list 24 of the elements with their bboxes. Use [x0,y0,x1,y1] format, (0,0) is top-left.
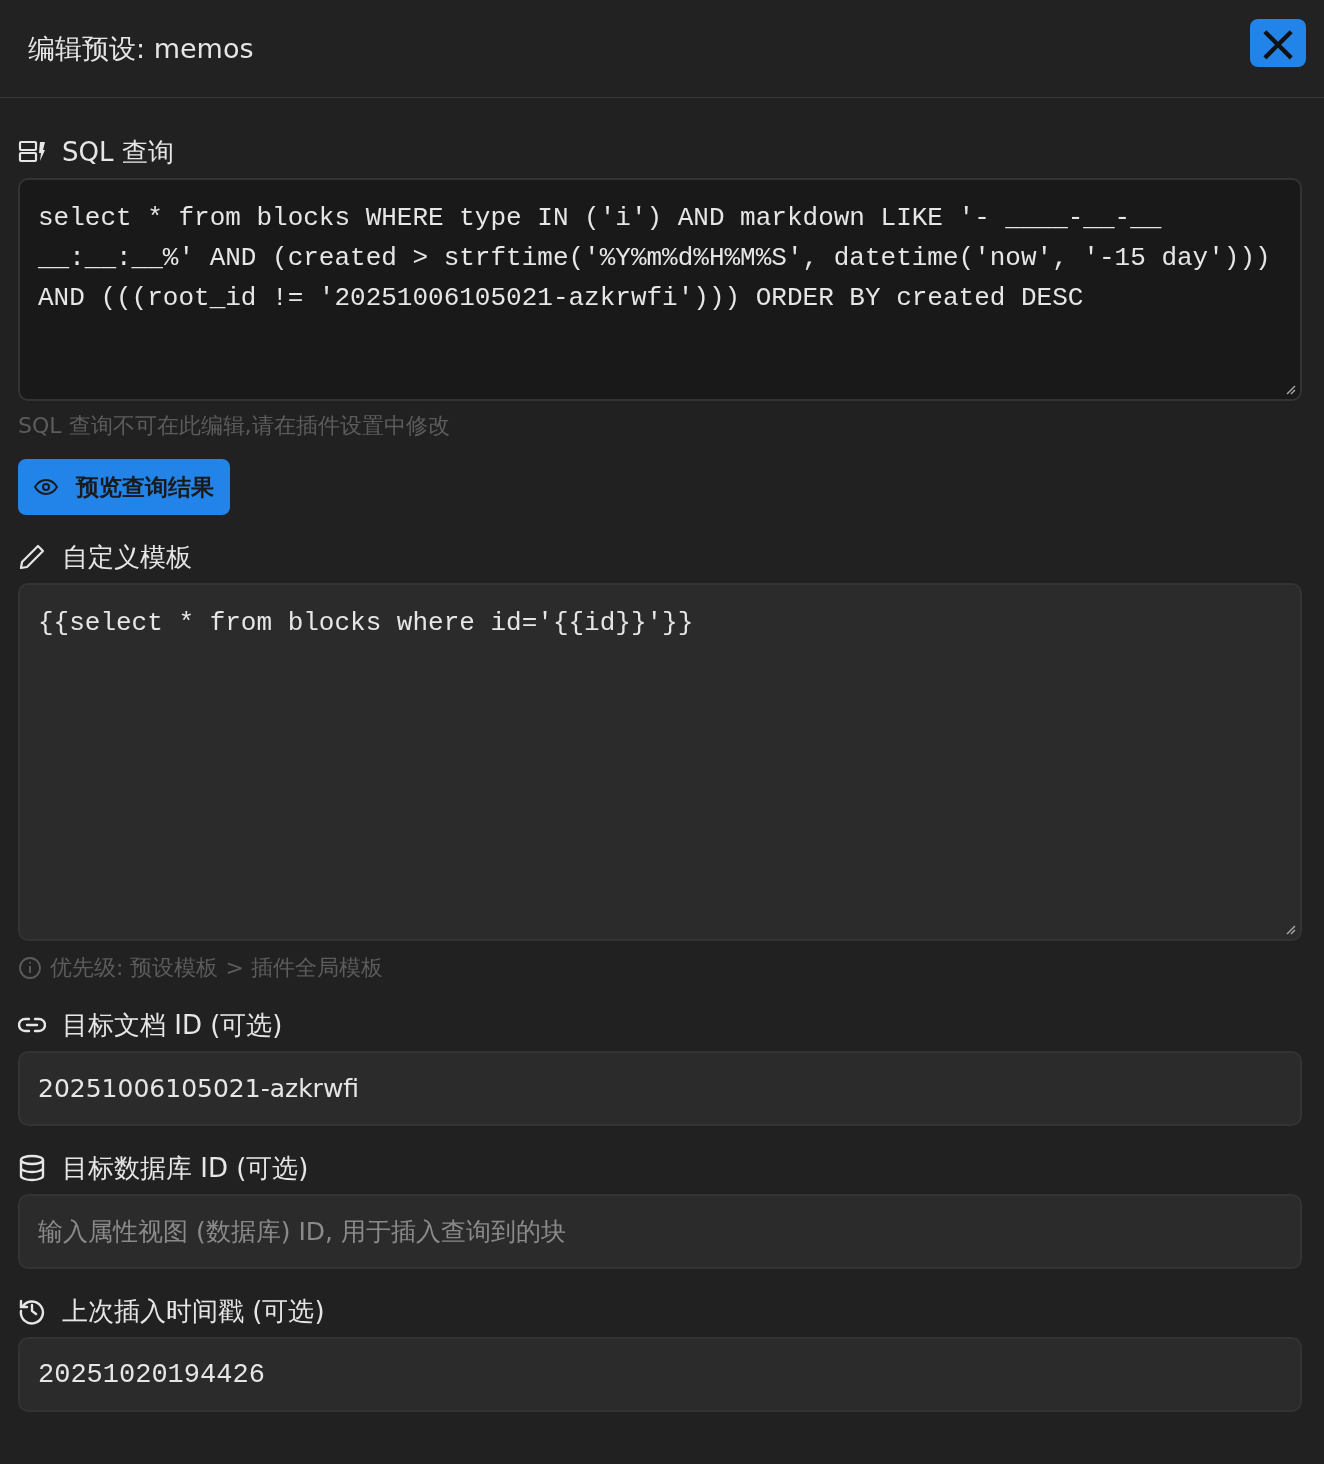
sql-query-field[interactable]: select * from blocks WHERE type IN ('i') AND markdown LIKE '- ____-__-__ __:__:__%' AND (created > strftime('%Y%m%d%H%M%S', datetime('now', '-15 day'))) AND (((root_id != '20251006105021-azkrwfi'))) ORDER BY created DESC [18,178,1302,401]
input-field[interactable]: 20251020194426 [18,1337,1302,1412]
input-field[interactable]: 20251006105021-azkrwfi [18,1051,1302,1126]
resize-grip-icon [1286,925,1296,935]
link-icon [18,1017,46,1033]
hint-text: SQL 查询不可在此编辑,请在插件设置中修改 [18,412,451,440]
section-label: 目标文档 ID (可选) [62,1008,283,1042]
section-label: 自定义模板 [62,540,192,574]
preview-button[interactable]: 预览查询结果 [18,459,230,515]
dialog-title: 编辑预设: memos [28,31,254,66]
section-label: 上次插入时间戳 (可选) [62,1294,325,1328]
resize-grip-icon [1286,385,1296,395]
info-icon [18,956,42,980]
database-icon [18,1154,46,1182]
close-button[interactable]: × [1250,18,1306,67]
pencil-icon [18,543,46,571]
eye-icon [34,479,58,495]
info-text: 优先级: 预设模板 > 插件全局模板 [50,954,383,982]
server-icon [18,140,46,164]
input-field[interactable]: 输入属性视图 (数据库) ID, 用于插入查询到的块 [18,1194,1302,1269]
section-label: 目标数据库 ID (可选) [62,1151,309,1185]
template-field[interactable]: {{select * from blocks where id='{{id}}'}} [18,583,1302,941]
section-label: SQL 查询 [62,135,174,169]
history-icon [18,1297,46,1325]
